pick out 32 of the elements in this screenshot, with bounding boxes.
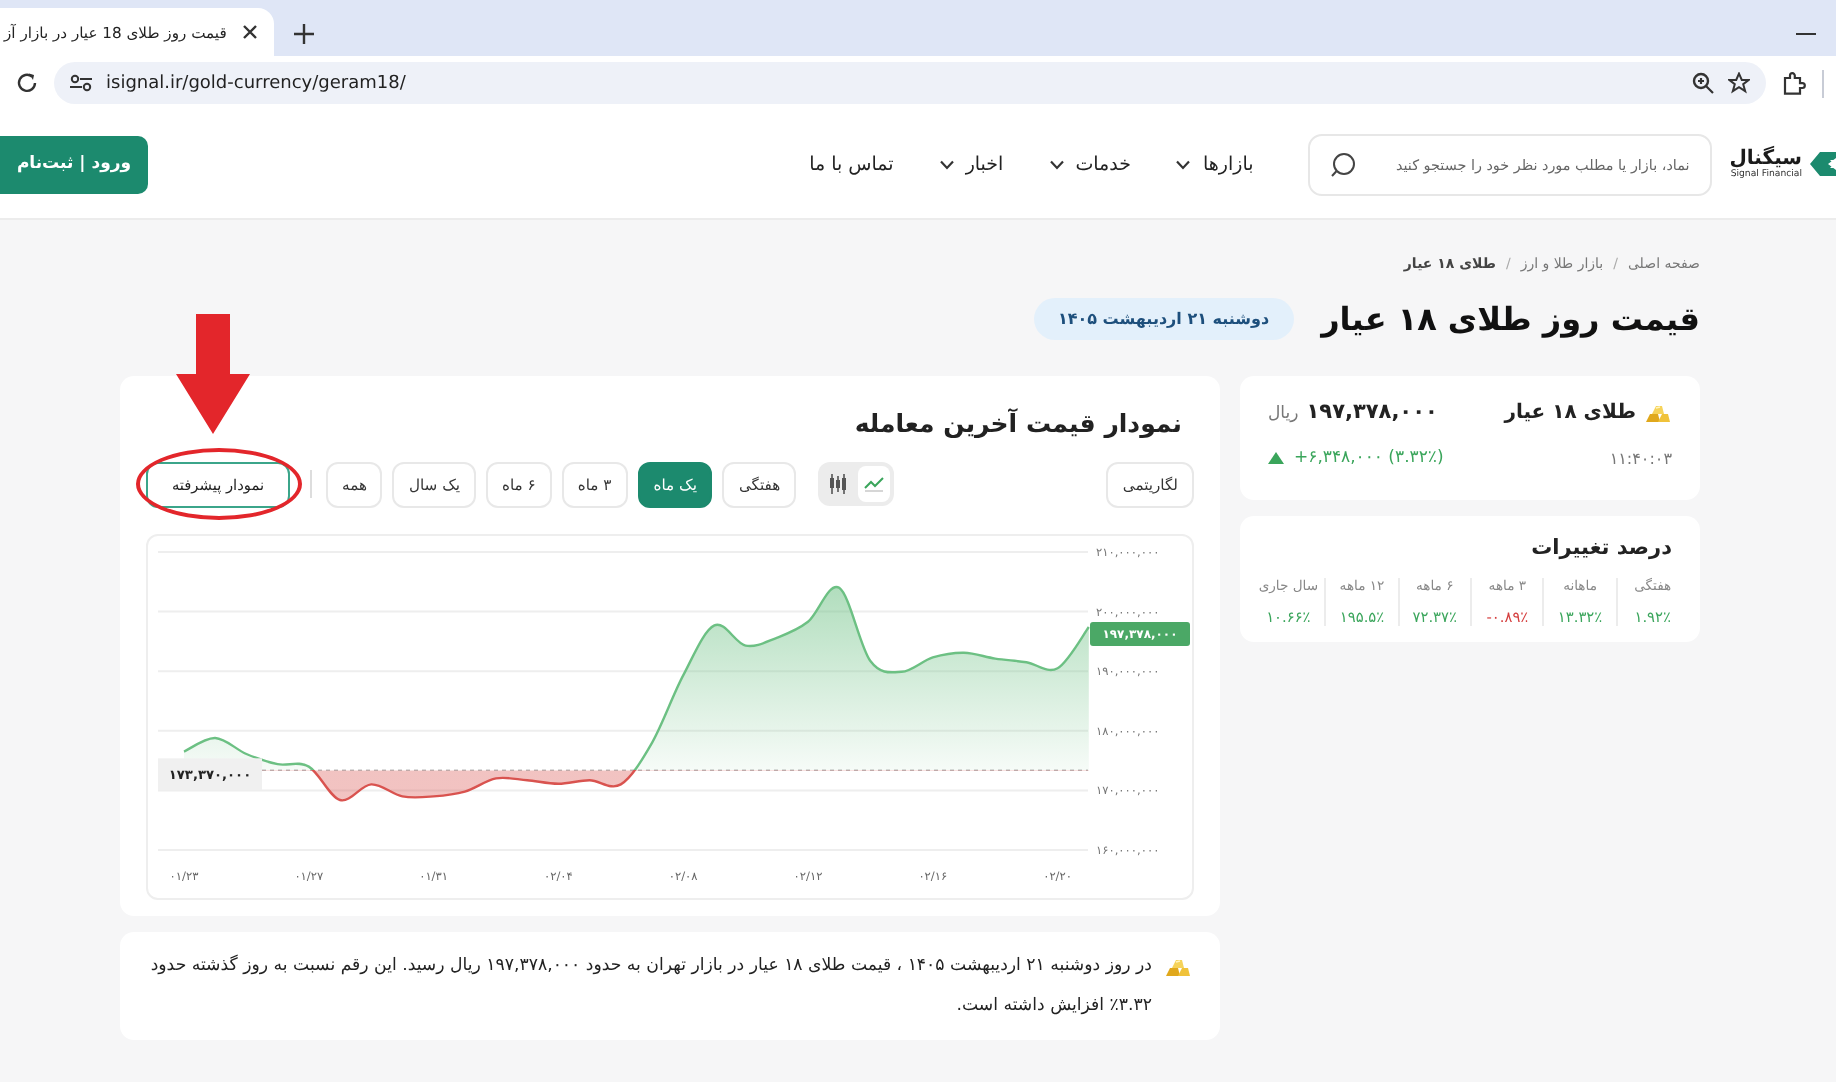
search-icon [1329,151,1356,177]
date-badge: دوشنبه ۲۱ اردیبهشت ۱۴۰۵ [1033,297,1294,339]
minimize-icon[interactable] [1796,32,1816,36]
reload-icon[interactable] [16,72,38,94]
site-settings-icon[interactable] [70,74,92,92]
line-chart-icon [864,476,885,492]
annotation-arrow [176,314,250,434]
bullion-icon [1164,956,1192,978]
nav-item[interactable]: اخبار [919,153,1024,175]
page-title: قیمت روز طلای ۱۸ عیار [1321,299,1700,337]
currency-unit: ریال [1268,404,1299,424]
price-value: ۱۹۷,۳۷۸,۰۰۰ [1306,400,1438,424]
trend-arrow-icon [1268,452,1284,464]
nav-item[interactable]: تماس با ما [789,153,914,175]
update-time: ۱۱:۴۰:۰۳ [1609,449,1672,467]
nav-item[interactable]: بازارها [1156,153,1274,175]
plus-icon[interactable] [294,24,315,44]
price-summary: در روز دوشنبه ۲۱ اردیبهشت ۱۴۰۵ ، قیمت طلای ۱۸ عیار در بازار تهران به حدود ۱۹۷,۳۷۸,۰۰۰ ریال رسید. این رقم نسبت به روز گذشته حدود ۳.۳۲٪ افزایش داشته است. [148,952,1152,1020]
login-button[interactable]: ورود | ثبت‌نام [0,135,148,193]
extension-icon[interactable] [1782,71,1806,95]
bullion-icon [1644,401,1672,423]
nav-item[interactable]: خدمات [1029,153,1151,175]
chart-type-button[interactable] [858,466,891,502]
asset-name: طلای ۱۸ عیار [1504,401,1636,423]
section-title: درصد تغییرات [1529,536,1672,560]
star-icon[interactable] [1728,72,1750,94]
candlestick-icon [828,474,849,494]
price-change: +۶,۳۴۸,۰۰۰ (۳.۳۲٪) [1294,448,1444,468]
chart-title: نمودار قیمت آخرین معامله [852,408,1182,438]
close-icon[interactable] [242,24,259,40]
zoom-icon[interactable] [1692,72,1714,94]
address-bar[interactable]: isignal.ir/gold-currency/geram18/ [54,62,1766,104]
